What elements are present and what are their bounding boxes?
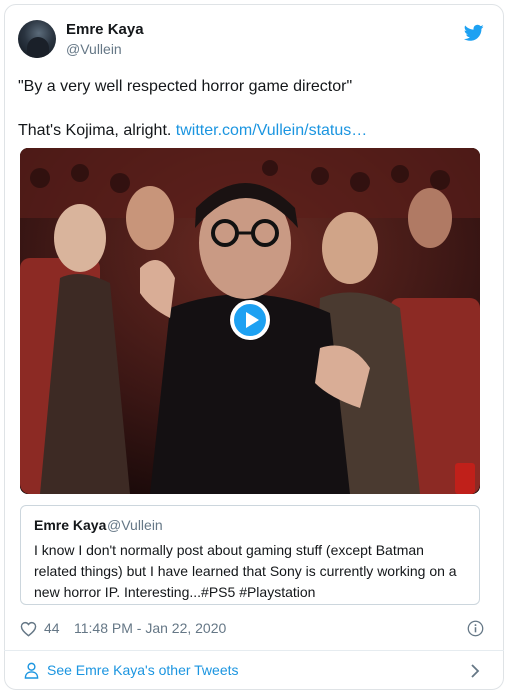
see-more-tweets-link[interactable]: See Emre Kaya's other Tweets bbox=[20, 660, 484, 682]
quoted-tweet[interactable]: Emre Kaya @Vullein I know I don't normal… bbox=[20, 505, 480, 605]
video-player[interactable] bbox=[20, 148, 480, 494]
divider bbox=[4, 650, 504, 651]
see-more-label: See Emre Kaya's other Tweets bbox=[47, 662, 239, 678]
twitter-bird-icon[interactable] bbox=[464, 24, 484, 42]
tweet-text: "By a very well respected horror game di… bbox=[18, 76, 484, 142]
tweet-line-1: "By a very well respected horror game di… bbox=[18, 78, 353, 95]
tweet-timestamp[interactable]: 11:48 PM - Jan 22, 2020 bbox=[74, 620, 226, 636]
author-name[interactable]: Emre Kaya bbox=[66, 21, 144, 38]
info-icon[interactable] bbox=[467, 620, 484, 637]
play-icon[interactable] bbox=[230, 300, 270, 340]
quoted-author-name: Emre Kaya bbox=[34, 517, 107, 533]
author-handle[interactable]: @Vullein bbox=[66, 41, 122, 57]
person-icon bbox=[24, 662, 39, 679]
like-count[interactable]: 44 bbox=[44, 620, 60, 636]
tweet-line-2-text: That's Kojima, alright. bbox=[18, 122, 176, 139]
quoted-author-handle: @Vullein bbox=[107, 517, 163, 533]
tweet-line-2: That's Kojima, alright. twitter.com/Vull… bbox=[18, 120, 484, 142]
tweet-header: Emre Kaya @Vullein bbox=[18, 20, 484, 64]
quoted-tweet-text: I know I don't normally post about gamin… bbox=[34, 542, 457, 600]
tweet-link[interactable]: twitter.com/Vullein/status… bbox=[176, 122, 367, 139]
heart-icon[interactable] bbox=[20, 621, 37, 637]
tweet-meta: 44 11:48 PM - Jan 22, 2020 bbox=[20, 618, 484, 640]
avatar[interactable] bbox=[18, 20, 56, 58]
chevron-right-icon bbox=[471, 664, 480, 678]
